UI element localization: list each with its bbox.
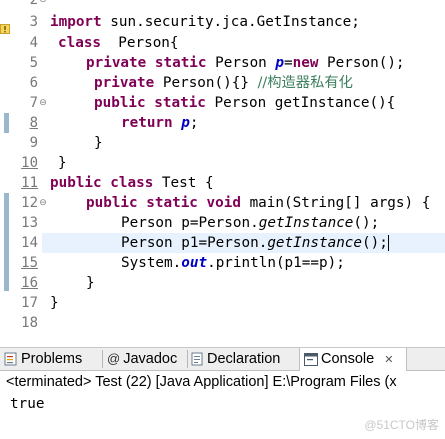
line-number: 13 bbox=[21, 215, 38, 231]
line-number: 10 bbox=[21, 155, 38, 171]
tab-separator bbox=[187, 350, 188, 368]
code-line-9[interactable]: } bbox=[94, 133, 103, 153]
console-output[interactable]: true bbox=[10, 394, 44, 414]
code-line-7[interactable]: public static Person getInstance(){ bbox=[94, 93, 395, 113]
tab-javadoc[interactable]: @ Javadoc bbox=[107, 348, 177, 370]
tab-separator bbox=[102, 350, 103, 368]
line-number: 17 bbox=[21, 295, 38, 311]
code-line-14-current[interactable]: Person p1=Person.getInstance(); bbox=[42, 233, 445, 253]
code-line-13[interactable]: Person p=Person.getInstance(); bbox=[121, 213, 379, 233]
text-caret bbox=[387, 235, 389, 251]
panel-tab-bar: Problems @ Javadoc Declaration Console ✕ bbox=[0, 348, 445, 371]
fold-collapse-icon[interactable]: ⊖ bbox=[38, 93, 48, 113]
line-number: 5 bbox=[29, 55, 38, 71]
close-icon[interactable]: ✕ bbox=[384, 354, 393, 366]
code-line-3[interactable]: import sun.security.jca.GetInstance; bbox=[50, 12, 360, 32]
code-line-16[interactable]: } bbox=[86, 273, 95, 293]
line-number: 2 bbox=[29, 0, 38, 8]
code-line-5[interactable]: private static Person p=new Person(); bbox=[86, 53, 405, 73]
console-icon bbox=[304, 352, 318, 366]
problems-icon bbox=[4, 352, 17, 366]
declaration-icon bbox=[191, 352, 203, 366]
tab-problems[interactable]: Problems bbox=[4, 348, 82, 370]
code-line-12[interactable]: public static void main(String[] args) { bbox=[86, 193, 430, 213]
code-line-6[interactable]: private Person(){} //构造器私有化 bbox=[94, 73, 353, 93]
fold-collapse-icon[interactable]: ⊖ bbox=[38, 0, 48, 10]
code-line-15[interactable]: System.out.println(p1==p); bbox=[121, 253, 345, 273]
line-number: 3 bbox=[29, 14, 38, 30]
bottom-panel: Problems @ Javadoc Declaration Console ✕ … bbox=[0, 347, 445, 439]
code-line-17[interactable]: } bbox=[50, 293, 59, 313]
line-number: 15 bbox=[21, 255, 38, 271]
console-status: <terminated> Test (22) [Java Application… bbox=[6, 374, 397, 390]
line-number: 14 bbox=[21, 235, 38, 251]
watermark: @51CTO博客 bbox=[364, 418, 439, 432]
code-editor[interactable]: 2 3 4 5 6 7 8 9 10 11 12 13 14 15 16 17 … bbox=[0, 0, 445, 338]
code-line-10[interactable]: } bbox=[58, 153, 67, 173]
line-number: 11 bbox=[21, 175, 38, 191]
line-number: 18 bbox=[21, 315, 38, 331]
code-line-4[interactable]: class Person{ bbox=[58, 33, 179, 53]
line-number: 9 bbox=[29, 135, 38, 151]
tab-console[interactable]: Console ✕ bbox=[299, 348, 407, 371]
line-number: 12 bbox=[21, 195, 38, 211]
javadoc-icon: @ bbox=[107, 351, 121, 367]
line-number: 7 bbox=[29, 95, 38, 111]
tab-declaration[interactable]: Declaration bbox=[191, 348, 280, 370]
line-number: 8 bbox=[29, 115, 38, 131]
code-line-11[interactable]: public class Test { bbox=[50, 173, 214, 193]
line-number: 6 bbox=[29, 75, 38, 91]
line-number: 16 bbox=[21, 275, 38, 291]
line-number: 4 bbox=[29, 35, 38, 51]
fold-collapse-icon[interactable]: ⊖ bbox=[38, 193, 48, 213]
code-line-8[interactable]: return p; bbox=[121, 113, 198, 133]
